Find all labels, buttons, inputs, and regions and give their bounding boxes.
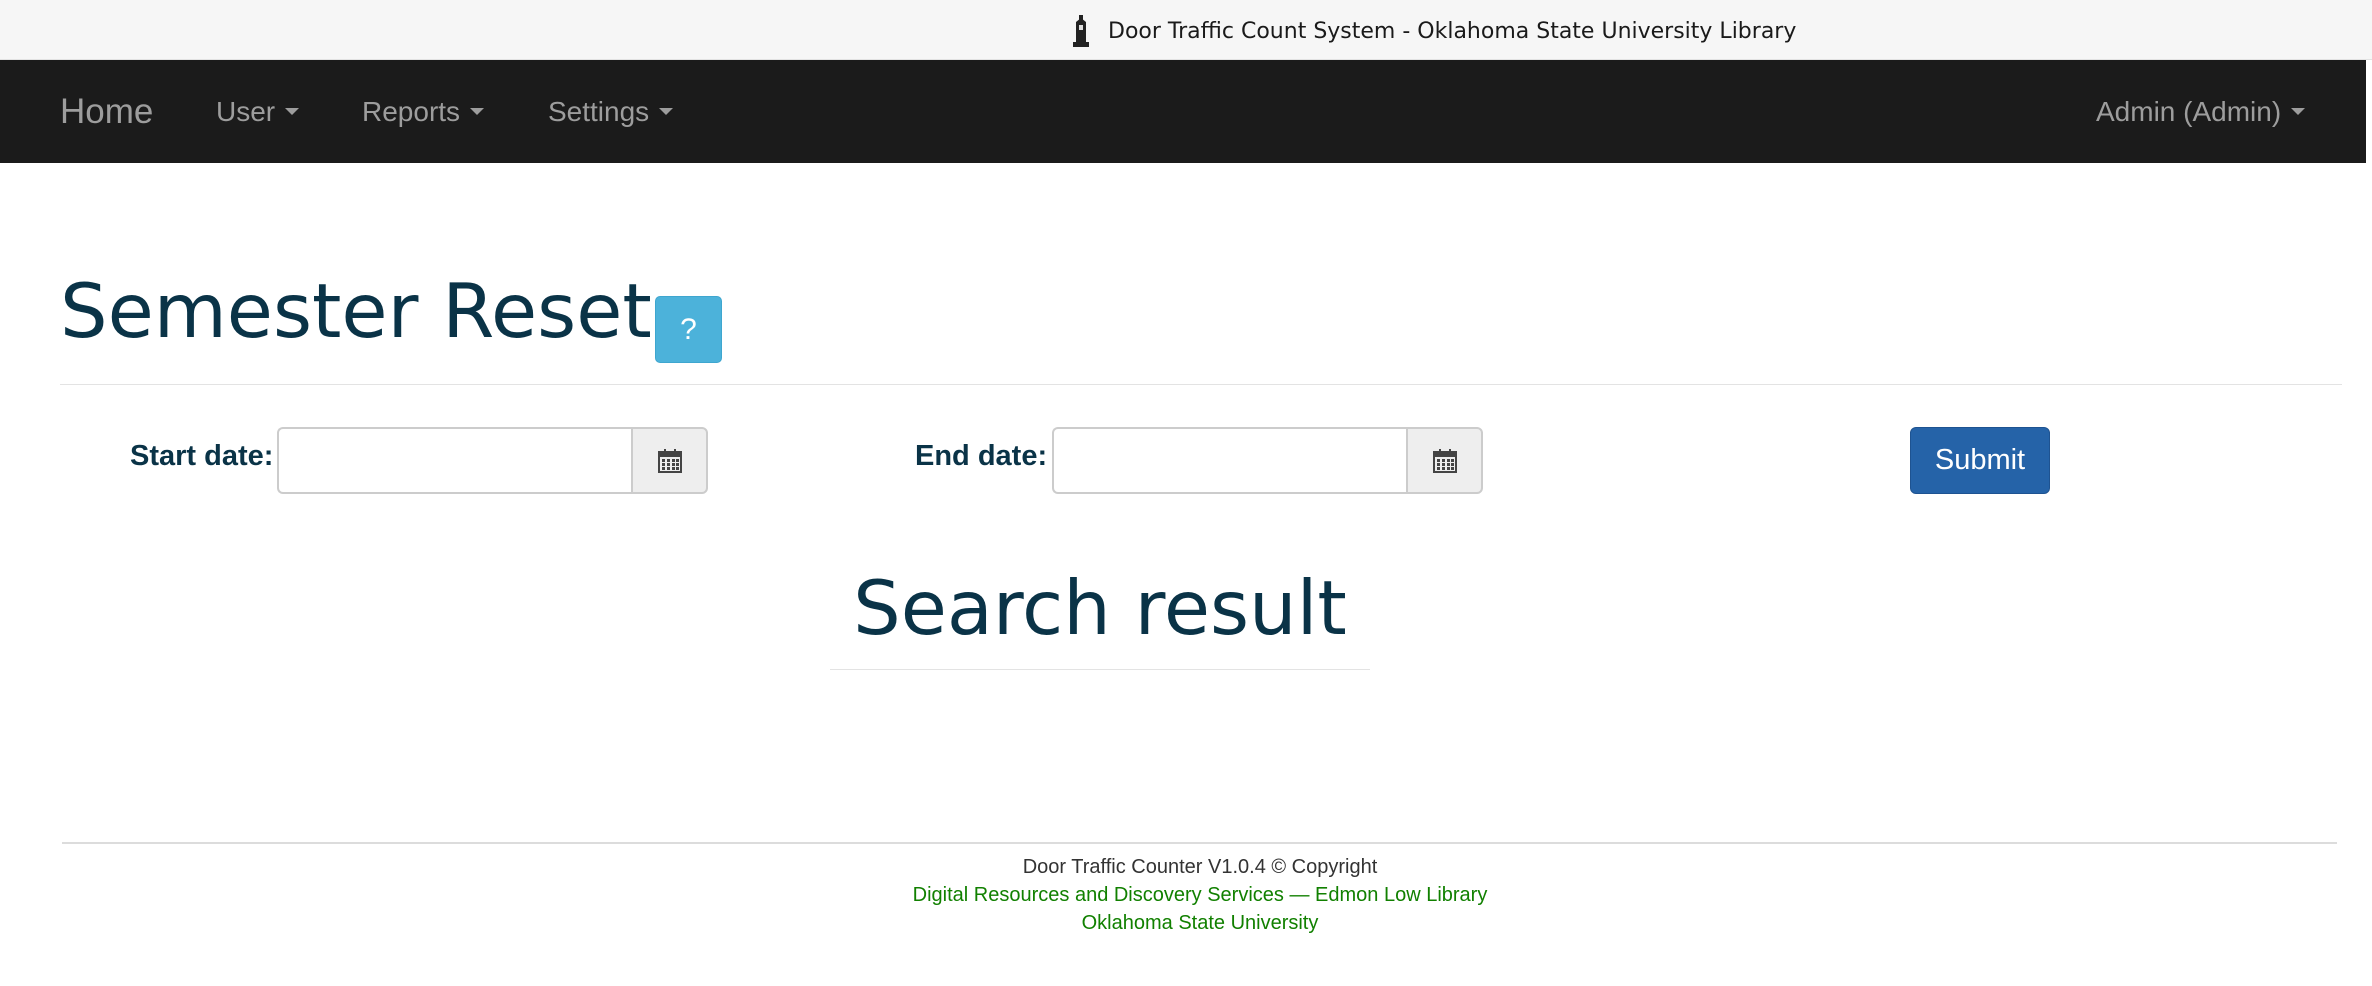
start-date-input[interactable] — [277, 427, 632, 494]
caret-down-icon — [285, 108, 300, 115]
nav-user-label: User — [216, 95, 276, 127]
nav-reports-label: Reports — [362, 95, 461, 127]
caret-down-icon — [659, 108, 674, 115]
window-title: Door Traffic Count System - Oklahoma Sta… — [1108, 18, 1797, 44]
start-date-calendar-button[interactable] — [631, 427, 708, 494]
library-tower-icon — [1073, 15, 1089, 47]
footer-version: Door Traffic Counter V1.0.4 © Copyright — [1022, 856, 1378, 878]
nav-user-dropdown[interactable]: User — [216, 60, 300, 163]
footer-department-link[interactable]: Digital Resources and Discovery Services… — [0, 884, 2372, 907]
page-title: Semester Reset — [60, 267, 652, 355]
title-divider — [60, 384, 2342, 385]
end-date-calendar-button[interactable] — [1406, 427, 1483, 494]
end-date-input[interactable] — [1052, 427, 1407, 494]
start-date-label: Start date: — [130, 440, 274, 472]
footer-divider — [62, 842, 2337, 844]
end-date-label: End date: — [915, 440, 1048, 472]
window-title-group: Door Traffic Count System - Oklahoma Sta… — [1066, 15, 1797, 47]
top-navbar: Home User Reports Settings Admin (Admin) — [0, 60, 2366, 163]
calendar-icon — [1432, 448, 1457, 473]
result-divider — [830, 669, 1370, 670]
caret-down-icon — [470, 108, 485, 115]
submit-button[interactable]: Submit — [1910, 427, 2050, 494]
help-button[interactable]: ? — [655, 296, 722, 363]
nav-home-link[interactable]: Home — [60, 60, 153, 163]
nav-account-label: Admin (Admin) — [2096, 95, 2282, 127]
nav-account-dropdown[interactable]: Admin (Admin) — [2096, 60, 2306, 163]
search-result-heading: Search result — [853, 564, 1347, 652]
nav-settings-label: Settings — [548, 95, 650, 127]
nav-settings-dropdown[interactable]: Settings — [548, 60, 674, 163]
caret-down-icon — [2291, 108, 2306, 115]
nav-reports-dropdown[interactable]: Reports — [362, 60, 485, 163]
calendar-icon — [657, 448, 682, 473]
footer-university-link[interactable]: Oklahoma State University — [0, 912, 2372, 935]
window-titlebar: Door Traffic Count System - Oklahoma Sta… — [0, 0, 2372, 60]
